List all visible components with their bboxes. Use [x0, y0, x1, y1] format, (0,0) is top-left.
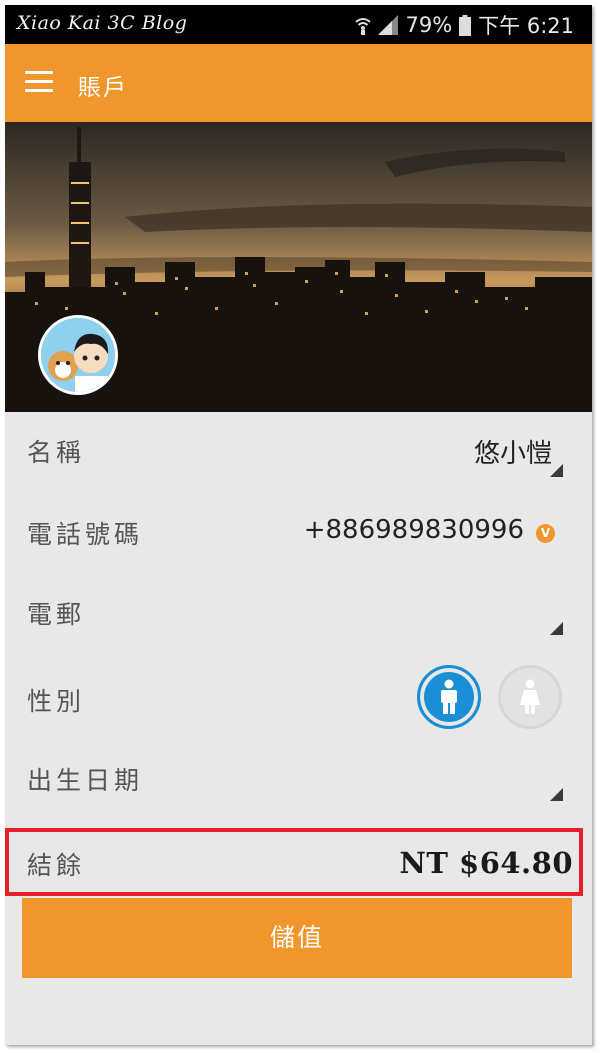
- status-indicators: 79% 下午 6:21: [355, 11, 574, 39]
- phone-value: +886989830996: [303, 515, 524, 545]
- male-icon: [441, 679, 457, 714]
- status-bar: Xiao Kai 3C Blog 79% 下午 6:21: [5, 5, 592, 44]
- gender-male-button[interactable]: [417, 665, 481, 729]
- dropdown-corner-icon: [550, 622, 563, 635]
- name-label: 名稱: [27, 438, 86, 467]
- wifi-icon: [355, 15, 372, 35]
- phone-screen: Xiao Kai 3C Blog 79% 下午 6:21 賬戶 名稱 悠小愷 電…: [5, 5, 592, 1045]
- signal-icon: [378, 15, 399, 35]
- battery-icon: [459, 14, 472, 36]
- balance-value: NT $64.80: [399, 846, 573, 880]
- verified-badge-icon: V: [536, 524, 555, 543]
- clock: 下午 6:21: [478, 14, 574, 38]
- hamburger-menu-icon[interactable]: [25, 71, 53, 93]
- watermark-text: Xiao Kai 3C Blog: [17, 12, 188, 34]
- page-title: 賬戶: [78, 75, 128, 101]
- balance-row: 結餘 NT $64.80: [5, 828, 583, 896]
- balance-label: 結餘: [27, 851, 86, 880]
- gender-label: 性別: [27, 687, 86, 716]
- phone-label: 電話號碼: [27, 520, 144, 549]
- top-up-button[interactable]: 儲值: [22, 898, 572, 978]
- female-icon: [520, 679, 540, 714]
- app-bar: 賬戶: [5, 44, 592, 122]
- battery-percent: 79%: [405, 13, 453, 37]
- dropdown-corner-icon: [550, 788, 563, 801]
- birthday-label: 出生日期: [27, 766, 144, 795]
- avatar[interactable]: [38, 315, 118, 395]
- email-label: 電郵: [27, 600, 86, 629]
- dropdown-corner-icon: [550, 464, 563, 477]
- gender-female-button[interactable]: [498, 665, 562, 729]
- name-value: 悠小愷: [473, 439, 552, 469]
- gender-row: 性別: [5, 665, 592, 735]
